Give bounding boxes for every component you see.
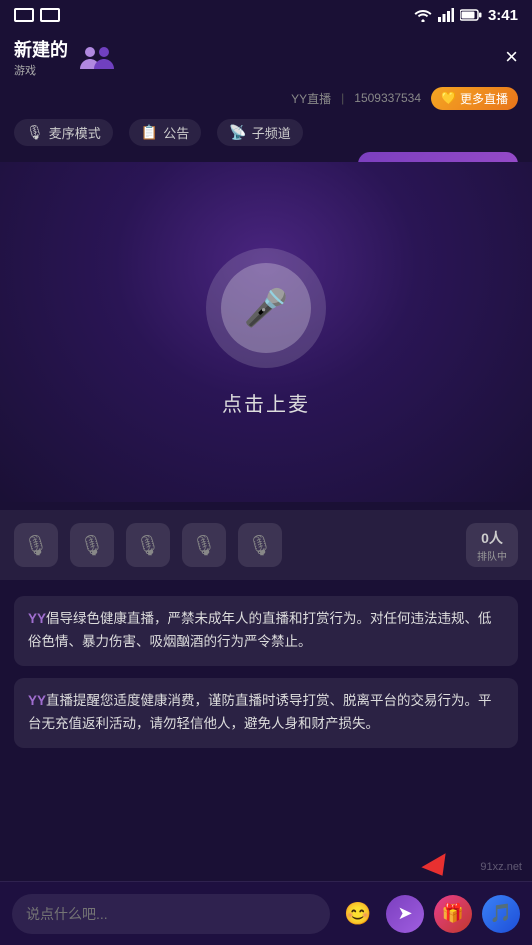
queue-slot-5[interactable]: 🎙 (238, 523, 282, 567)
queue-slot-4[interactable]: 🎙 (182, 523, 226, 567)
queue-slot-1[interactable]: 🎙 (14, 523, 58, 567)
music-button[interactable]: 🎵 (482, 895, 520, 933)
chat-message-2: YY直播提醒您适度健康消费，谨防直播时诱导打赏、脱离平台的交易行为。平台无充值返… (14, 678, 518, 748)
channel-button[interactable]: 📡 子频道 (217, 119, 302, 146)
watermark: 91xz.net (480, 861, 522, 873)
battery-icon (460, 9, 482, 21)
chat-text-2: 直播提醒您适度健康消费，谨防直播时诱导打赏、脱离平台的交易行为。平台无充值返利活… (28, 693, 492, 731)
bottom-bar: 😊 ➤ 🎁 🎵 (0, 881, 532, 945)
gift-icon: 🎁 (442, 903, 464, 924)
yy-user-id: 1509337534 (354, 91, 421, 105)
mic-mode-icon: 🎙 (26, 124, 44, 141)
chat-prefix-1: YY (28, 611, 46, 626)
queue-count-box: 0人 排队中 (466, 523, 518, 567)
room-type: 游戏 (14, 62, 68, 78)
announcement-icon: 📋 (141, 124, 158, 141)
chat-input[interactable] (12, 894, 330, 934)
arrow-indicator (421, 853, 454, 883)
send-button[interactable]: ➤ (386, 895, 424, 933)
sub-nav: 🎙 麦序模式 📋 公告 📡 子频道 (0, 112, 532, 152)
wifi-icon (414, 8, 432, 22)
music-icon: 🎵 (490, 903, 512, 924)
chat-area: YY倡导绿色健康直播，严禁未成年人的直播和打赏行为。对任何违法违规、低俗色情、暴… (0, 580, 532, 760)
more-live-label: 更多直播 (460, 90, 508, 107)
yy-brand: YY直播 (291, 90, 331, 107)
chat-message-1: YY倡导绿色健康直播，严禁未成年人的直播和打赏行为。对任何违法违规、低俗色情、暴… (14, 596, 518, 666)
queue-row: 🎙 🎙 🎙 🎙 🎙 0人 排队中 (0, 510, 532, 580)
mic-click-label: 点击上麦 (222, 388, 310, 417)
emoji-button[interactable]: 😊 (340, 896, 376, 932)
mic-large-icon: 🎤 (244, 287, 289, 329)
main-mic-area: 🎤 点击上麦 (0, 162, 532, 502)
send-icon: ➤ (397, 903, 412, 924)
users-icon (78, 43, 116, 71)
queue-slot-2[interactable]: 🎙 (70, 523, 114, 567)
gift-button[interactable]: 🎁 (434, 895, 472, 933)
yy-divider: | (341, 91, 344, 105)
chat-text-1: 倡导绿色健康直播，严禁未成年人的直播和打赏行为。对任何违法违规、低俗色情、暴力伤… (28, 611, 492, 649)
queue-count-label: 排队中 (477, 548, 507, 563)
status-bar: 3:41 (0, 0, 532, 30)
diamond-icon: 💛 (441, 91, 456, 105)
header: 新建的 游戏 × (0, 30, 532, 84)
more-live-button[interactable]: 💛 更多直播 (431, 87, 518, 110)
yy-bar: YY直播 | 1509337534 💛 更多直播 (0, 84, 532, 112)
room-info: 新建的 游戏 (14, 36, 68, 78)
channel-label: 子频道 (252, 123, 291, 142)
signal-icon (438, 8, 454, 22)
mic-mode-label: 麦序模式 (49, 123, 101, 142)
queue-slot-3[interactable]: 🎙 (126, 523, 170, 567)
close-button[interactable]: × (505, 44, 518, 70)
status-icon-1 (14, 8, 34, 22)
queue-count: 0人 (481, 528, 503, 548)
room-name: 新建的 (14, 36, 68, 62)
chat-prefix-2: YY (28, 693, 46, 708)
status-icon-2 (40, 8, 60, 22)
status-icons-left (14, 8, 60, 22)
header-left: 新建的 游戏 (14, 36, 116, 78)
announcement-button[interactable]: 📋 公告 (129, 119, 201, 146)
mic-mode-button[interactable]: 🎙 麦序模式 (14, 119, 113, 146)
channel-icon: 📡 (229, 124, 246, 141)
status-time: 3:41 (488, 7, 518, 24)
status-icons-right: 3:41 (414, 7, 518, 24)
mic-button[interactable]: 🎤 (206, 248, 326, 368)
mic-button-inner: 🎤 (221, 263, 311, 353)
announcement-label: 公告 (163, 123, 189, 142)
